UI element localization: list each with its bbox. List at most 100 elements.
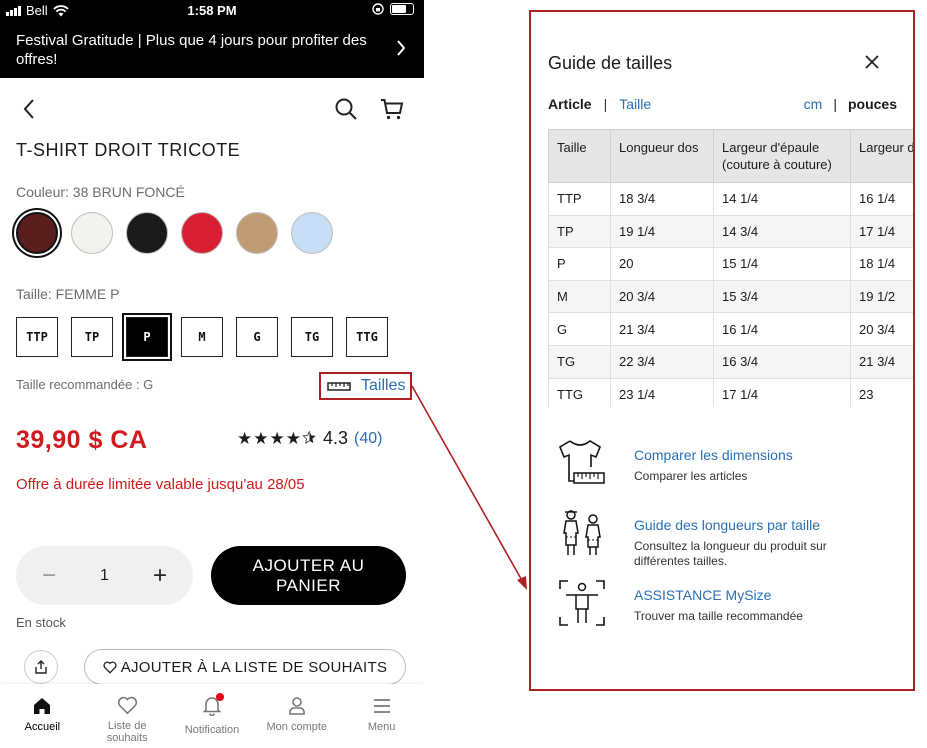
recommended-size: Taille recommandée : G: [16, 377, 154, 392]
product-title: T-SHIRT DROIT TRICOTE: [16, 140, 241, 160]
table-cell: 14 1/4: [713, 182, 851, 216]
color-label: Couleur: 38 BRUN FONCÉ: [16, 184, 185, 200]
tab-wishlist-label: Liste de souhaits: [106, 720, 148, 744]
unit-divider: |: [833, 96, 837, 112]
size-table-header-cell: Longueur dos: [610, 129, 714, 183]
size-table-header-cell: Taille: [548, 129, 611, 183]
table-row: TTG 23 1/4 17 1/4 23: [548, 377, 913, 407]
tab-menu[interactable]: Menu: [339, 684, 424, 748]
size-guide-panel: Guide de tailles Article | Taille cm | p…: [529, 10, 915, 691]
size-table-header-cell: Largeur d: [850, 129, 913, 183]
table-row: M 20 3/4 15 3/4 19 1/2: [548, 279, 913, 314]
mysize-assistant-title: ASSISTANCE MySize: [634, 587, 772, 603]
color-swatch[interactable]: [181, 212, 223, 254]
table-cell: 17 1/4: [713, 377, 851, 407]
compare-dimensions-link[interactable]: Comparer les dimensions Comparer les art…: [556, 437, 896, 507]
size-table-header-cell: Largeur d'épaule (couture à couture): [713, 129, 851, 183]
battery-icon: [390, 3, 414, 15]
size-label: Taille: FEMME P: [16, 286, 120, 302]
review-count[interactable]: (40): [354, 430, 382, 448]
rating[interactable]: ★★★★ 4.3 (40): [237, 428, 382, 449]
back-arrow-icon[interactable]: [18, 96, 42, 122]
size-option[interactable]: TTG: [346, 317, 388, 357]
color-swatch[interactable]: [291, 212, 333, 254]
increase-quantity-button[interactable]: +: [145, 562, 175, 590]
size-table-header: Taille Longueur dos Largeur d'épaule (cout…: [548, 129, 913, 183]
bell-icon-wrapper: [202, 693, 224, 724]
tab-notification[interactable]: Notification: [170, 684, 255, 748]
share-button[interactable]: [24, 650, 58, 684]
wishlist-label: AJOUTER À LA LISTE DE SOUHAITS: [120, 658, 388, 676]
heart-outline-icon: [103, 661, 117, 674]
color-swatch[interactable]: [71, 212, 113, 254]
size-table-scroll[interactable]: Taille Longueur dos Largeur d'épaule (cout…: [548, 129, 913, 407]
compare-dimensions-title: Comparer les dimensions: [634, 447, 793, 463]
color-swatch[interactable]: [126, 212, 168, 254]
stock-status: En stock: [16, 615, 66, 630]
add-to-cart-button[interactable]: AJOUTER AU PANIER: [211, 546, 406, 605]
rating-score: 4.3: [322, 428, 348, 448]
compare-dimensions-desc: Comparer les articles: [634, 469, 748, 483]
size-option[interactable]: TP: [71, 317, 113, 357]
tshirt-ruler-icon: [559, 440, 605, 484]
user-icon: [288, 697, 305, 715]
table-cell: 20 3/4: [610, 279, 714, 314]
table-cell: 22 3/4: [610, 344, 714, 379]
orientation-lock-icon: [372, 3, 384, 15]
table-cell: 19 1/4: [610, 214, 714, 249]
mysize-assistant-link[interactable]: ASSISTANCE MySize Trouver ma taille reco…: [556, 577, 896, 647]
length-guide-link[interactable]: Guide des longueurs par taille Consultez…: [556, 507, 896, 577]
product-page: Bell 1:58 PM Festival Gratitude | Plus q…: [0, 0, 424, 748]
quantity-stepper: − 1 +: [16, 546, 193, 605]
figures-length-icon: [563, 510, 601, 555]
share-icon: [35, 660, 47, 674]
size-option[interactable]: P: [126, 317, 168, 357]
table-cell: 19 1/2: [850, 279, 913, 314]
table-cell: 15 3/4: [713, 279, 851, 314]
table-cell: 16 3/4: [713, 344, 851, 379]
status-bar: Bell 1:58 PM: [0, 0, 424, 22]
size-guide-links: Comparer les dimensions Comparer les art…: [556, 437, 896, 647]
promo-text: Festival Gratitude | Plus que 4 jours po…: [16, 32, 367, 68]
tab-home[interactable]: Accueil: [0, 684, 85, 748]
tab-home-label: Accueil: [24, 721, 61, 733]
length-guide-title: Guide des longueurs par taille: [634, 517, 821, 533]
tab-wishlist[interactable]: Liste de souhaits: [85, 684, 170, 748]
size-guide-tabs: Article | Taille: [548, 96, 651, 112]
size-guide-title: Guide de tailles: [548, 53, 673, 73]
top-nav: [0, 92, 424, 128]
tab-account[interactable]: Mon compte: [254, 684, 339, 748]
size-option[interactable]: TG: [291, 317, 333, 357]
cart-icon[interactable]: [380, 96, 404, 122]
size-option[interactable]: M: [181, 317, 223, 357]
promo-banner[interactable]: Festival Gratitude | Plus que 4 jours po…: [0, 22, 424, 78]
ruler-icon: [327, 382, 351, 391]
rating-stars: ★★★★: [237, 429, 317, 449]
table-cell: 23 1/4: [610, 377, 714, 407]
table-row: TG 22 3/4 16 3/4 21 3/4: [548, 344, 913, 379]
unit-inches[interactable]: pouces: [848, 96, 897, 112]
half-star-icon: [302, 430, 316, 444]
table-cell: TP: [548, 214, 611, 249]
unit-cm[interactable]: cm: [804, 96, 823, 112]
quantity-value: 1: [100, 566, 109, 584]
close-icon[interactable]: [865, 55, 879, 69]
table-cell: 16 1/4: [713, 312, 851, 346]
add-to-wishlist-button[interactable]: AJOUTER À LA LISTE DE SOUHAITS: [84, 649, 406, 685]
tab-taille[interactable]: Taille: [619, 96, 651, 112]
size-option[interactable]: TTP: [16, 317, 58, 357]
color-swatch[interactable]: [16, 212, 58, 254]
full-stars: ★★★★: [237, 428, 302, 448]
table-cell: 21 3/4: [610, 312, 714, 346]
decrease-quantity-button[interactable]: −: [34, 562, 64, 590]
table-cell: P: [548, 247, 611, 281]
table-cell: 18 1/4: [850, 247, 913, 281]
search-icon[interactable]: [334, 96, 358, 122]
color-swatch[interactable]: [236, 212, 278, 254]
tab-article[interactable]: Article: [548, 96, 592, 112]
notification-badge: [215, 693, 224, 701]
size-guide-link[interactable]: Tailles: [319, 372, 412, 400]
table-cell: 16 1/4: [850, 182, 913, 216]
size-option[interactable]: G: [236, 317, 278, 357]
table-cell: G: [548, 312, 611, 346]
